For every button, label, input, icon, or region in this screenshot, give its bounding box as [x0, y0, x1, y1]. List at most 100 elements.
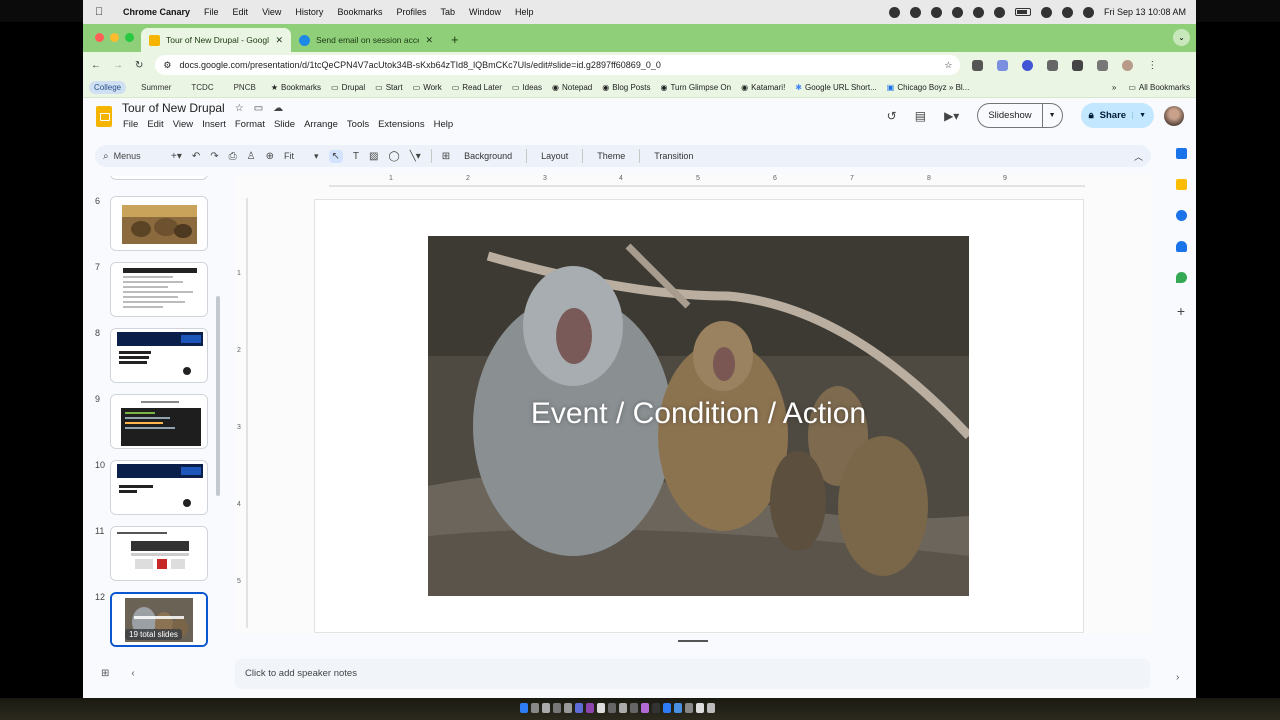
dock-app-icon[interactable] [575, 703, 583, 713]
menubar-item-view[interactable]: View [262, 7, 281, 17]
slide-title-text[interactable]: Event / Condition / Action [428, 397, 969, 431]
lab-icon[interactable] [1097, 59, 1109, 71]
slide-thumbnail[interactable] [110, 328, 208, 383]
more-bookmarks-button[interactable]: » [1112, 83, 1116, 92]
menubar-item-profiles[interactable]: Profiles [396, 7, 426, 17]
slides-logo-icon[interactable] [96, 106, 112, 127]
gear-icon[interactable] [951, 6, 963, 18]
get-add-ons-icon[interactable]: + [1177, 303, 1185, 319]
new-slide-icon[interactable]: +▾ [171, 151, 182, 162]
bookmark-notepad[interactable]: ◉ Notepad [552, 83, 592, 92]
slide-photo[interactable]: Event / Condition / Action [428, 236, 969, 596]
dock-app-icon[interactable] [586, 703, 594, 713]
move-folder-icon[interactable]: ▭ [254, 103, 263, 114]
dock-app-icon[interactable] [520, 703, 528, 713]
tab-slides[interactable]: Tour of New Drupal - Google ✕ [141, 28, 291, 52]
wifi-icon[interactable] [1040, 6, 1052, 18]
back-icon[interactable]: ← [91, 60, 101, 71]
transition-button[interactable]: Transition [650, 151, 697, 161]
dock-app-icon[interactable] [652, 703, 660, 713]
layout-button[interactable]: Layout [537, 151, 572, 161]
account-avatar[interactable] [1164, 106, 1184, 126]
redo-icon[interactable]: ↷ [210, 151, 218, 162]
star-icon[interactable]: ☆ [235, 103, 244, 114]
status-app-icon[interactable] [930, 6, 942, 18]
comment-add-icon[interactable]: ⊞ [442, 151, 450, 162]
slide[interactable]: Event / Condition / Action [315, 200, 1083, 632]
meet-icon[interactable]: ▶▾ [944, 109, 959, 123]
bookmark-college[interactable]: College [89, 81, 127, 94]
bookmark-drupal[interactable]: ▭ Drupal [331, 83, 365, 92]
share-dropdown-icon[interactable]: ▼ [1132, 112, 1146, 119]
background-button[interactable]: Background [460, 151, 516, 161]
reload-icon[interactable]: ↻ [135, 60, 143, 71]
text-box-icon[interactable]: T [353, 151, 359, 162]
zoom-select[interactable]: Fit ▾ [284, 151, 319, 162]
slide-thumbnail[interactable] [110, 196, 208, 251]
menubar-app-name[interactable]: Chrome Canary [123, 7, 190, 17]
status-app-icon[interactable] [909, 6, 921, 18]
menubar-item-tab[interactable]: Tab [440, 7, 455, 17]
print-icon[interactable]: ⎙ [229, 151, 237, 162]
status-app-icon[interactable] [888, 6, 900, 18]
bookmark-pncb[interactable]: PNCB [229, 81, 261, 94]
slideshow-dropdown-icon[interactable]: ▼ [1041, 104, 1062, 127]
collapse-toolbar-icon[interactable]: ︿ [1134, 150, 1143, 163]
image-icon[interactable]: ▨ [369, 151, 378, 162]
paint-format-icon[interactable]: ♙ [247, 151, 256, 162]
bookmark-blog-posts[interactable]: ◉ Blog Posts [602, 83, 650, 92]
dock-app-icon[interactable] [696, 703, 704, 713]
dock-app-icon[interactable] [531, 703, 539, 713]
menubar-item-edit[interactable]: Edit [233, 7, 249, 17]
puzzle-icon[interactable] [1072, 59, 1084, 71]
slide-thumbnail[interactable] [110, 176, 208, 180]
tasks-icon[interactable] [1175, 210, 1187, 221]
dock-app-icon[interactable] [630, 703, 638, 713]
slideshow-label[interactable]: Slideshow [978, 110, 1041, 121]
select-tool-icon[interactable]: ↖ [328, 149, 343, 163]
menu-help[interactable]: Help [434, 119, 454, 130]
tab-drupal[interactable]: Send email on session accep ✕ [291, 28, 441, 52]
url-text[interactable]: docs.google.com/presentation/d/1tcQeCPN4… [179, 60, 936, 70]
dock-app-icon[interactable] [542, 703, 550, 713]
menubar-item-window[interactable]: Window [469, 7, 501, 17]
slide-thumbnail[interactable] [110, 526, 208, 581]
slide-thumbnail[interactable] [110, 460, 208, 515]
menu-format[interactable]: Format [235, 119, 265, 130]
theme-button[interactable]: Theme [593, 151, 629, 161]
address-bar[interactable]: ⚙ docs.google.com/presentation/d/1tcQeCP… [155, 55, 961, 75]
menubar-item-bookmarks[interactable]: Bookmarks [337, 7, 382, 17]
more-menu-icon[interactable]: ⋮ [1147, 60, 1157, 71]
forward-icon[interactable]: → [113, 60, 123, 71]
keep-icon[interactable] [1175, 179, 1187, 190]
dock-app-icon[interactable] [674, 703, 682, 713]
search-icon[interactable] [1061, 6, 1073, 18]
menu-view[interactable]: View [173, 119, 193, 130]
menu-extensions[interactable]: Extensions [378, 119, 424, 130]
menu-slide[interactable]: Slide [274, 119, 295, 130]
line-icon[interactable]: ╲▾ [410, 151, 421, 162]
dock-app-icon[interactable] [608, 703, 616, 713]
play-icon[interactable] [993, 6, 1005, 18]
dock-app-icon[interactable] [619, 703, 627, 713]
bookmark-tcdc[interactable]: TCDC [186, 81, 218, 94]
tab-search-button[interactable]: ⌄ [1173, 29, 1190, 46]
dock-app-icon[interactable] [564, 703, 572, 713]
bookmark-read-later[interactable]: ▭ Read Later [452, 83, 502, 92]
dock-app-icon[interactable] [597, 703, 605, 713]
bookmark-ideas[interactable]: ▭ Ideas [512, 83, 542, 92]
bookmark-star-icon[interactable]: ☆ [944, 60, 952, 71]
share-button[interactable]: 🔒︎ Share ▼ [1080, 103, 1154, 128]
contacts-icon[interactable] [1175, 241, 1187, 252]
slide-thumbnail[interactable] [110, 394, 208, 449]
version-history-icon[interactable]: ↺ [887, 109, 897, 123]
grid-view-icon[interactable]: ⊞ [101, 668, 109, 679]
speaker-notes[interactable]: Click to add speaker notes [235, 659, 1150, 689]
bookmark-start[interactable]: ▭ Start [375, 83, 402, 92]
menu-arrange[interactable]: Arrange [304, 119, 338, 130]
show-side-panel-icon[interactable]: › [1176, 672, 1179, 683]
maps-icon[interactable] [1175, 272, 1187, 283]
apple-icon[interactable]:  [95, 6, 109, 18]
maximize-window-button[interactable] [125, 33, 134, 42]
status-app-icon[interactable] [972, 6, 984, 18]
